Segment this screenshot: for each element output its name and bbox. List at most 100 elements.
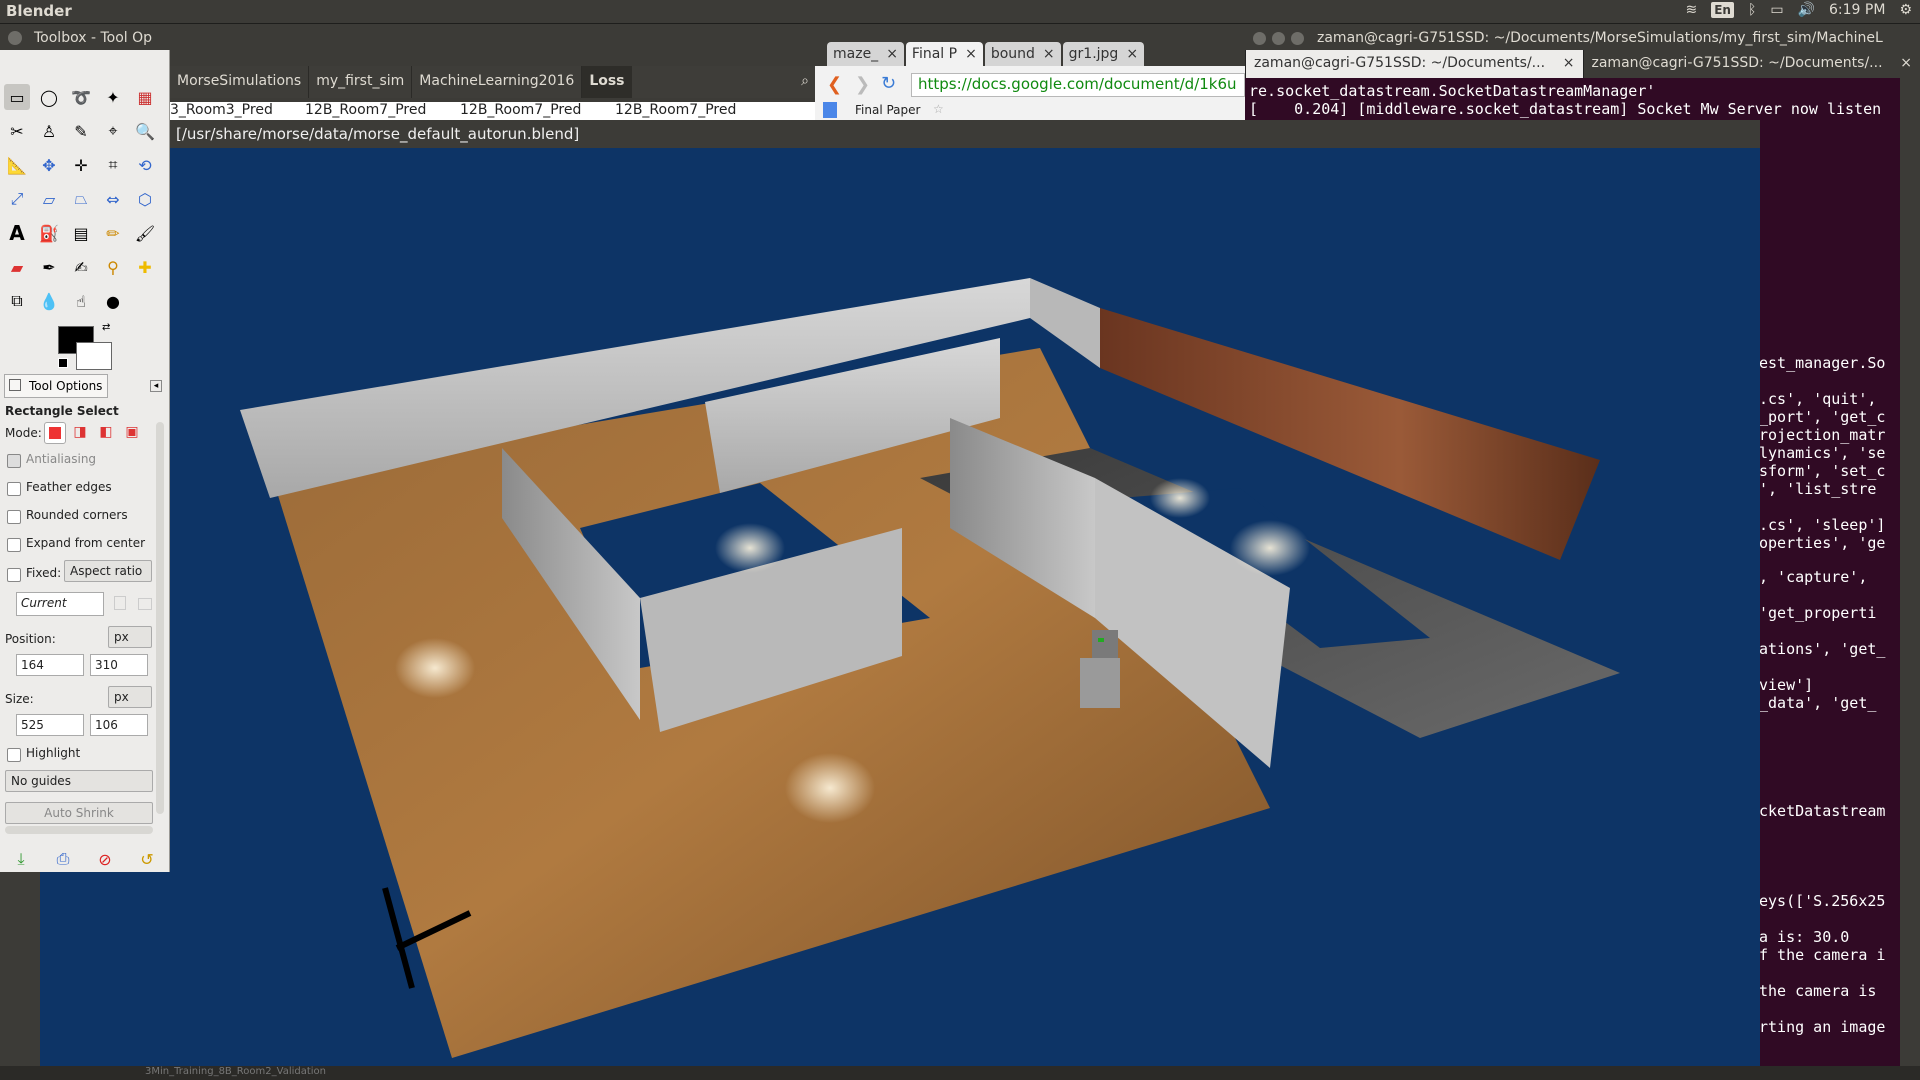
mode-replace-icon[interactable] [44,422,66,444]
lasso-icon[interactable]: ➰ [68,84,94,110]
tab-maze[interactable]: maze_ × [827,42,904,66]
bucket-fill-icon[interactable]: ⛽ [36,220,62,246]
size-width-field[interactable]: 525 [16,714,84,736]
clock[interactable]: 6:19 PM [1829,2,1885,18]
highlight-checkbox[interactable] [7,748,21,762]
path-button[interactable]: MachineLearning2016 [412,66,583,98]
background-color-swatch[interactable] [76,342,112,370]
feather-edges-checkbox[interactable] [7,482,21,496]
reset-options-icon[interactable]: ↺ [134,846,160,872]
antialiasing-checkbox[interactable] [7,454,21,468]
scissors-icon[interactable]: ✂ [4,118,30,144]
scale-icon[interactable]: ⤢ [4,186,30,212]
measure-icon[interactable]: 📐 [4,152,30,178]
align-icon[interactable]: ✛ [68,152,94,178]
file-item[interactable]: 12B_Room7_Pred [460,102,581,118]
aspect-value-field[interactable]: Current [16,592,104,616]
options-scrollbar[interactable] [156,422,164,814]
smudge-icon[interactable]: ☝ [68,288,94,314]
move-icon[interactable]: ✥ [36,152,62,178]
reload-icon[interactable]: ↻ [881,73,896,94]
rect-select-icon[interactable]: ▭ [4,84,30,110]
doc-title[interactable]: Final Paper [855,103,920,117]
search-icon[interactable]: ⌕ [795,66,815,98]
mode-add-icon[interactable]: ◨ [70,422,90,442]
terminal-tab-2[interactable]: zaman@cagri-G751SSD: ~/Documents/... × [1582,50,1920,78]
size-unit-select[interactable]: px [108,686,152,708]
flip-icon[interactable]: ⇔ [100,186,126,212]
perspective-clone-icon[interactable]: ⧉ [4,288,30,314]
file-item[interactable]: 12B_Room7_Pred [615,102,736,118]
ellipse-select-icon[interactable]: ◯ [36,84,62,110]
keyboard-layout-indicator[interactable]: En [1711,2,1734,18]
path-button[interactable]: MorseSimulations [170,66,310,98]
clone-icon[interactable]: ⚲ [100,254,126,280]
paintbrush-icon[interactable]: 🖌 [132,220,158,246]
restore-options-icon[interactable]: ⎙ [50,846,76,872]
pencil-icon[interactable]: ✏ [100,220,126,246]
close-icon[interactable] [1253,32,1266,45]
gear-icon[interactable]: ⚙ [1899,2,1912,18]
perspective-icon[interactable]: ⏢ [68,186,94,212]
mode-subtract-icon[interactable]: ◧ [96,422,116,442]
eraser-icon[interactable]: ▰ [4,254,30,280]
cage-icon[interactable]: ⬡ [132,186,158,212]
close-icon[interactable] [8,31,22,45]
bluetooth-icon[interactable]: ᛒ [1748,2,1756,18]
path-button-active[interactable]: Loss [582,66,632,98]
rounded-corners-checkbox[interactable] [7,510,21,524]
airbrush-icon[interactable]: ✒ [36,254,62,280]
tab-final-paper[interactable]: Final P × [905,42,983,66]
position-x-field[interactable]: 164 [16,654,84,676]
color-picker-icon[interactable]: ⌖ [100,118,126,144]
fixed-checkbox[interactable] [7,568,21,582]
terminal-scrollbar[interactable] [1900,78,1920,1080]
save-options-icon[interactable]: ⤓ [8,846,34,872]
blender-3d-viewport[interactable] [40,148,1760,1068]
blur-icon[interactable]: 💧 [36,288,62,314]
tab-bound[interactable]: bound × [984,42,1061,66]
terminal-tab-1[interactable]: zaman@cagri-G751SSD: ~/Documents/... × [1245,50,1583,78]
portrait-icon[interactable] [114,596,126,610]
fixed-mode-select[interactable]: Aspect ratio [64,560,152,582]
delete-options-icon[interactable]: ⊘ [92,846,118,872]
configure-tab-icon[interactable]: ◂ [150,380,162,392]
minimize-icon[interactable] [1272,32,1285,45]
file-item[interactable]: 12B_Room7_Pred [305,102,426,118]
expand-center-checkbox[interactable] [7,538,21,552]
path-button[interactable]: my_first_sim [309,66,413,98]
tab-gr1[interactable]: gr1.jpg × [1062,42,1145,66]
file-item[interactable]: 3_Room3_Pred [170,102,273,118]
gradient-icon[interactable]: ▤ [68,220,94,246]
ink-icon[interactable]: ✍ [68,254,94,280]
maximize-icon[interactable] [1291,32,1304,45]
auto-shrink-button[interactable]: Auto Shrink [5,802,153,824]
volume-icon[interactable]: 🔊 [1798,2,1815,18]
address-bar[interactable]: https://docs.google.com/document/d/1k6u [911,73,1245,97]
forward-button[interactable]: ❯ [855,74,870,95]
paths-icon[interactable]: ✎ [68,118,94,144]
battery-icon[interactable]: ▭ [1770,2,1783,18]
zoom-icon[interactable]: 🔍 [132,118,158,144]
color-select-icon[interactable]: ▦ [132,84,158,110]
fuzzy-select-icon[interactable]: ✦ [100,84,126,110]
dodge-burn-icon[interactable]: ● [100,288,126,314]
guides-select[interactable]: No guides [5,770,153,792]
wifi-icon[interactable]: ≋ [1685,2,1697,18]
back-button[interactable]: ❮ [827,74,842,95]
crop-icon[interactable]: ⌗ [100,152,126,178]
position-unit-select[interactable]: px [108,626,152,648]
heal-icon[interactable]: ✚ [132,254,158,280]
position-y-field[interactable]: 310 [90,654,148,676]
rotate-icon[interactable]: ⟲ [132,152,158,178]
shear-icon[interactable]: ▱ [36,186,62,212]
star-icon[interactable]: ☆ [933,102,944,116]
mode-intersect-icon[interactable]: ▣ [122,422,142,442]
foreground-select-icon[interactable]: ♙ [36,118,62,144]
text-icon[interactable]: A [4,220,30,246]
horizontal-scrollbar[interactable] [5,826,153,834]
size-height-field[interactable]: 106 [90,714,148,736]
swap-colors-icon[interactable]: ⇄ [102,322,110,333]
landscape-icon[interactable] [138,598,152,610]
default-colors-icon[interactable] [58,358,68,368]
